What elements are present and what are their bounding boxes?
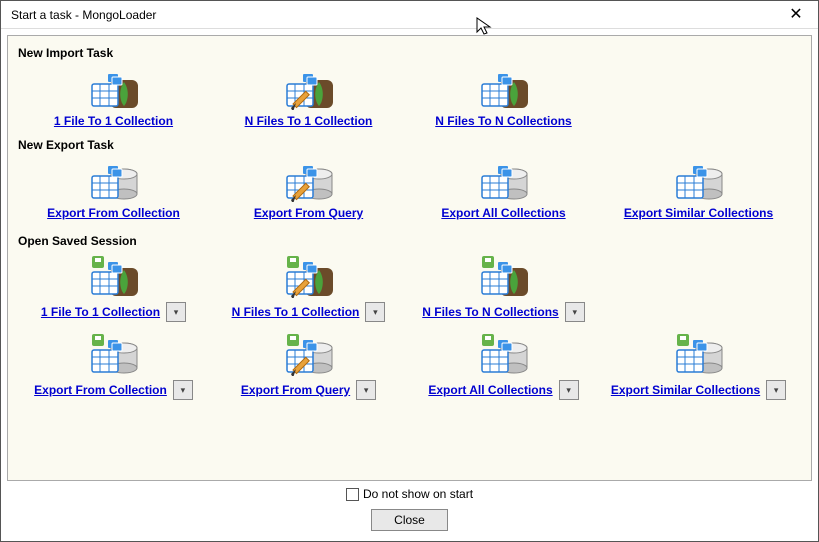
session-1to1-icon	[88, 254, 140, 298]
link-session-export-query[interactable]: Export From Query	[241, 383, 350, 397]
link-import-nto1[interactable]: N Files To 1 Collection	[245, 114, 373, 128]
session-export-query-icon	[283, 332, 335, 376]
session-export-similar-icon	[673, 332, 725, 376]
chevron-down-icon[interactable]: ▾	[173, 380, 193, 400]
dont-show-checkbox[interactable]: Do not show on start	[346, 487, 473, 501]
task-import-nton[interactable]: N Files To N Collections	[406, 66, 601, 128]
file-to-collection-icon	[88, 66, 140, 110]
link-export-query[interactable]: Export From Query	[254, 206, 363, 220]
export-query-icon	[283, 158, 335, 202]
session-export-collection-icon	[88, 332, 140, 376]
close-icon[interactable]: ✕	[782, 7, 810, 23]
dont-show-label: Do not show on start	[363, 487, 473, 501]
link-session-export-all[interactable]: Export All Collections	[428, 383, 552, 397]
task-export-similar[interactable]: Export Similar Collections	[601, 158, 796, 220]
section-export-title: New Export Task	[18, 138, 803, 152]
task-session-export-query[interactable]: Export From Query ▾	[211, 332, 406, 400]
section-import-title: New Import Task	[18, 46, 803, 60]
main-panel: New Import Task 1 File To 1 Collection N…	[7, 35, 812, 481]
window-title: Start a task - MongoLoader	[11, 8, 156, 22]
window: Start a task - MongoLoader ✕ New Import …	[0, 0, 819, 542]
chevron-down-icon[interactable]: ▾	[565, 302, 585, 322]
link-session-export-similar[interactable]: Export Similar Collections	[611, 383, 760, 397]
link-session-1to1[interactable]: 1 File To 1 Collection	[41, 305, 160, 319]
close-button[interactable]: Close	[371, 509, 448, 531]
titlebar: Start a task - MongoLoader ✕	[1, 1, 818, 29]
chevron-down-icon[interactable]: ▾	[356, 380, 376, 400]
task-session-nto1[interactable]: N Files To 1 Collection ▾	[211, 254, 406, 322]
section-session-title: Open Saved Session	[18, 234, 803, 248]
chevron-down-icon[interactable]: ▾	[365, 302, 385, 322]
export-collection-icon	[88, 158, 140, 202]
footer: Do not show on start Close	[7, 481, 812, 535]
link-import-1to1[interactable]: 1 File To 1 Collection	[54, 114, 173, 128]
task-session-nton[interactable]: N Files To N Collections ▾	[406, 254, 601, 322]
task-export-query[interactable]: Export From Query	[211, 158, 406, 220]
task-import-1to1[interactable]: 1 File To 1 Collection	[16, 66, 211, 128]
link-session-export-collection[interactable]: Export From Collection	[34, 383, 167, 397]
session-nto1-icon	[283, 254, 335, 298]
files-to-collection-icon	[283, 66, 335, 110]
link-export-similar[interactable]: Export Similar Collections	[624, 206, 773, 220]
link-import-nton[interactable]: N Files To N Collections	[435, 114, 571, 128]
session-nton-icon	[478, 254, 530, 298]
chevron-down-icon[interactable]: ▾	[166, 302, 186, 322]
export-similar-icon	[673, 158, 725, 202]
link-export-all[interactable]: Export All Collections	[441, 206, 565, 220]
files-to-collections-icon	[478, 66, 530, 110]
row-session-1: 1 File To 1 Collection ▾ N Files To 1 Co…	[16, 254, 803, 322]
task-export-all[interactable]: Export All Collections	[406, 158, 601, 220]
link-export-collection[interactable]: Export From Collection	[47, 206, 180, 220]
chevron-down-icon[interactable]: ▾	[559, 380, 579, 400]
link-session-nto1[interactable]: N Files To 1 Collection	[232, 305, 360, 319]
export-all-icon	[478, 158, 530, 202]
task-export-collection[interactable]: Export From Collection	[16, 158, 211, 220]
task-import-nto1[interactable]: N Files To 1 Collection	[211, 66, 406, 128]
task-session-export-similar[interactable]: Export Similar Collections ▾	[601, 332, 796, 400]
task-session-export-collection[interactable]: Export From Collection ▾	[16, 332, 211, 400]
client-area: New Import Task 1 File To 1 Collection N…	[1, 29, 818, 541]
task-session-export-all[interactable]: Export All Collections ▾	[406, 332, 601, 400]
row-import: 1 File To 1 Collection N Files To 1 Coll…	[16, 66, 803, 128]
row-export: Export From Collection Export From Query…	[16, 158, 803, 220]
chevron-down-icon[interactable]: ▾	[766, 380, 786, 400]
link-session-nton[interactable]: N Files To N Collections	[422, 305, 558, 319]
session-export-all-icon	[478, 332, 530, 376]
row-session-2: Export From Collection ▾ Export From Que…	[16, 332, 803, 400]
checkbox-icon[interactable]	[346, 488, 359, 501]
task-session-1to1[interactable]: 1 File To 1 Collection ▾	[16, 254, 211, 322]
